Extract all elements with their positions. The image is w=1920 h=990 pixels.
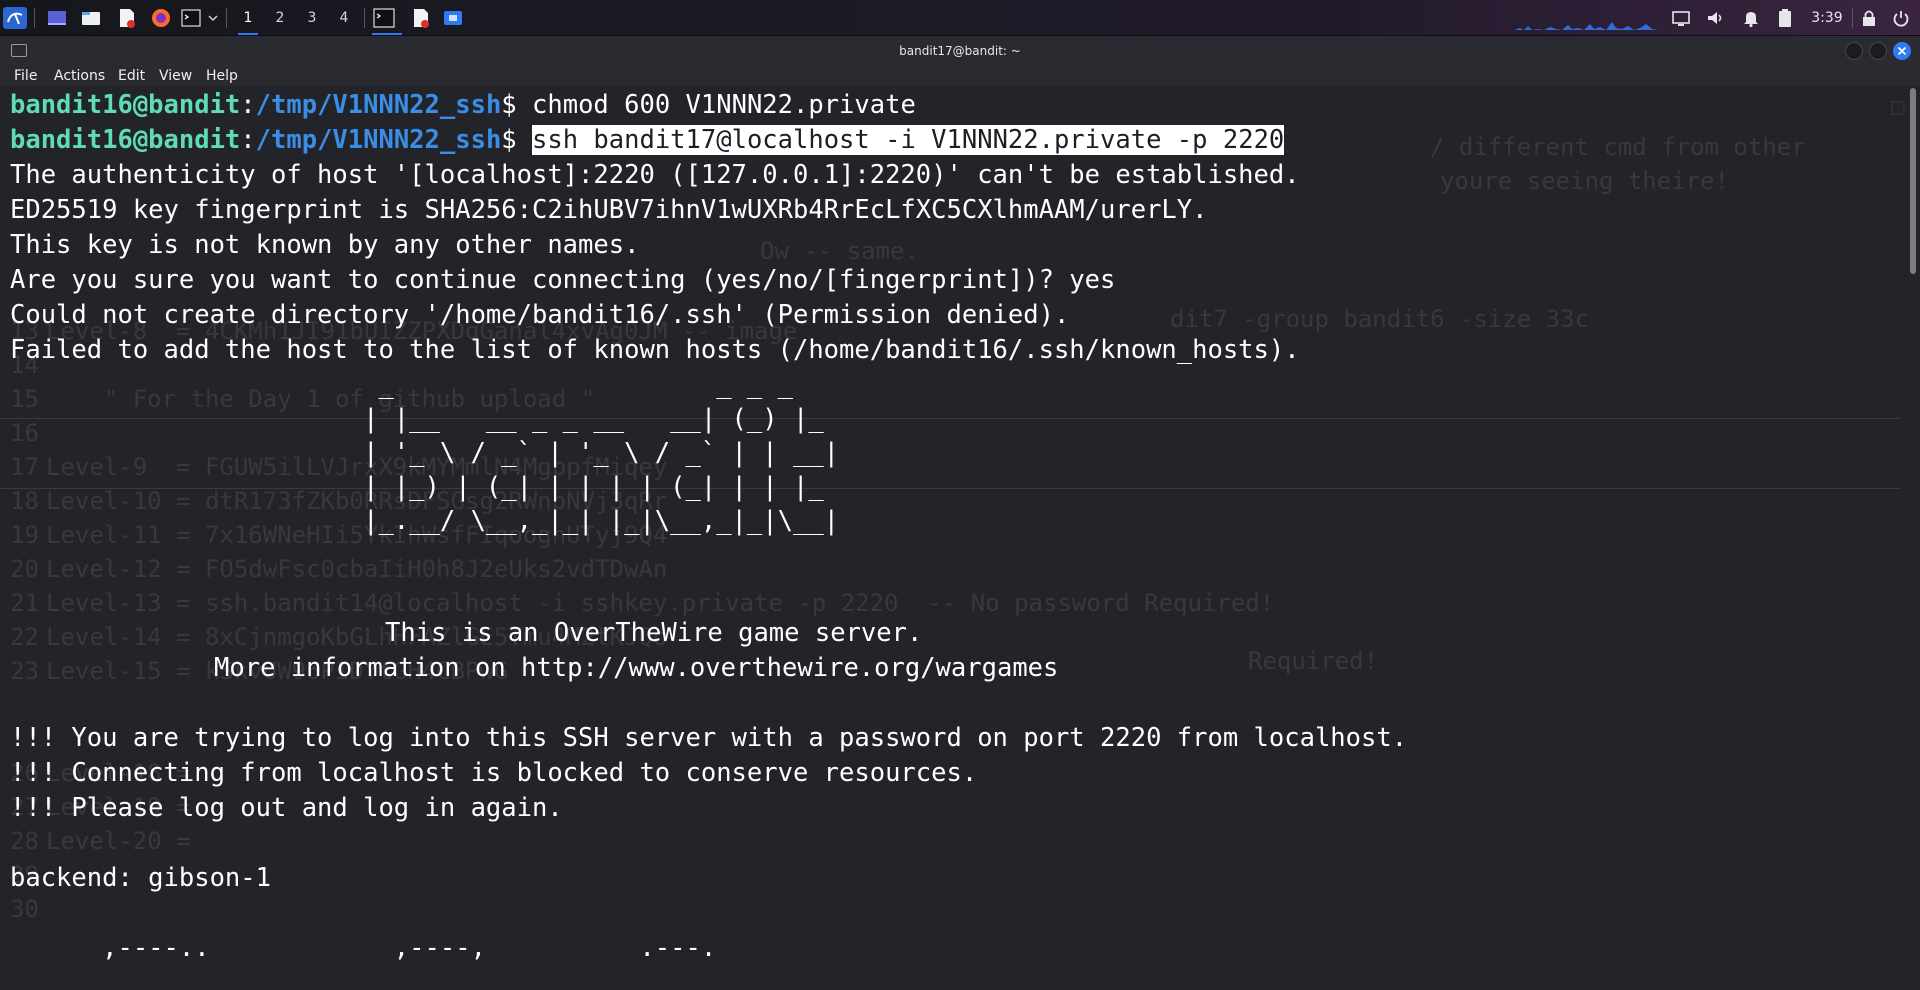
warning-line: !!! Please log out and log in again. (10, 793, 563, 823)
backend-line: backend: gibson-1 (10, 863, 271, 893)
clock[interactable]: 3:39 (1804, 6, 1850, 30)
notification-bell-icon[interactable] (1740, 6, 1762, 30)
window-title: bandit17@bandit: ~ (899, 44, 1021, 58)
prompt-sep: : (240, 90, 256, 120)
prompt-user: bandit16@bandit (10, 125, 241, 155)
prompt-user: bandit16@bandit (10, 90, 241, 120)
banner-ascii-line: _ _ _ _ (10, 370, 840, 400)
volume-icon[interactable] (1704, 6, 1726, 30)
bottom-ascii-line: ,----.. ,----, .---. (10, 933, 732, 963)
close-icon (1897, 46, 1907, 56)
prompt-dollar: $ (501, 125, 533, 155)
terminal-scrollbar[interactable] (1906, 86, 1920, 990)
server-message: This is an OverTheWire game server. (385, 618, 923, 648)
bg-line-number: 20 (10, 555, 39, 583)
bg-line-text: Level-12 = FO5dwFsc0cbaIiH0h8J2eUks2vdTD… (46, 555, 668, 583)
output-line: ED25519 key fingerprint is SHA256:C2ihUB… (10, 195, 1208, 225)
output-line: Are you sure you want to continue connec… (10, 265, 1116, 295)
file-manager-icon[interactable] (80, 6, 102, 30)
bg-fragment: Required! (1248, 647, 1379, 675)
chevron-down-icon[interactable] (206, 6, 220, 30)
banner-ascii-line: | |_) | (_| | | | | (_| | | |_ (10, 472, 840, 502)
prompt-path: /tmp/V1NNN22_ssh (255, 90, 502, 120)
server-info: More information on http://www.overthewi… (214, 653, 1059, 683)
menu-view[interactable]: View (159, 66, 192, 86)
bg-line-text: Level-20 = (46, 827, 191, 855)
menu-edit[interactable]: Edit (118, 66, 145, 86)
bg-line-text: Level-13 = ssh.bandit14@localhost -i ssh… (46, 589, 1275, 617)
workspace-3[interactable]: 3 (299, 6, 325, 30)
warning-line: !!! Connecting from localhost is blocked… (10, 758, 978, 788)
cpu-graph (1514, 22, 1662, 30)
screenshot-task-icon[interactable] (442, 6, 464, 30)
bg-line-number: 30 (10, 895, 39, 923)
menu-actions[interactable]: Actions (54, 66, 105, 86)
terminal-launcher-icon[interactable] (180, 6, 202, 30)
text-editor-icon[interactable] (116, 6, 138, 30)
minimize-button[interactable] (1845, 42, 1863, 60)
workspace-4[interactable]: 4 (331, 6, 357, 30)
power-icon[interactable] (1890, 6, 1912, 30)
terminal-line: bandit16@bandit:/tmp/V1NNN22_ssh$ chmod … (10, 88, 916, 123)
resize-corner-icon (1891, 101, 1905, 115)
workspace-1[interactable]: 1 (235, 6, 261, 35)
display-icon[interactable] (1670, 6, 1692, 30)
terminal-line: bandit16@bandit:/tmp/V1NNN22_ssh$ ssh ba… (10, 123, 1285, 158)
top-panel: 1 2 3 4 3:39 (0, 0, 1920, 36)
menubar: File Actions Edit View Help (0, 66, 1920, 86)
show-desktop-icon[interactable] (46, 6, 68, 30)
workspace-2[interactable]: 2 (267, 6, 293, 30)
menu-file[interactable]: File (14, 66, 37, 86)
bg-line-number: 22 (10, 623, 39, 651)
banner-ascii-line: | '_ \ / _` | '_ \ / _` | | __| (10, 438, 840, 468)
scrollbar-thumb[interactable] (1910, 88, 1916, 274)
output-line: This key is not known by any other names… (10, 230, 640, 260)
terminal-task-icon[interactable] (372, 6, 396, 30)
terminal-window-icon[interactable] (11, 44, 27, 57)
maximize-button[interactable] (1869, 42, 1887, 60)
selected-command-text[interactable]: ssh bandit17@localhost -i V1NNN22.privat… (532, 125, 1285, 155)
output-line: The authenticity of host '[localhost]:22… (10, 160, 1300, 190)
bg-line-number: 23 (10, 657, 39, 685)
output-line: Failed to add the host to the list of kn… (10, 335, 1300, 365)
bg-line-number: 28 (10, 827, 39, 855)
close-button[interactable] (1893, 42, 1911, 60)
prompt-path: /tmp/V1NNN22_ssh (255, 125, 502, 155)
output-line: Could not create directory '/home/bandit… (10, 300, 1070, 330)
bg-fragment: youre seeing theire! (1440, 167, 1729, 195)
editor-task-icon[interactable] (410, 6, 432, 30)
kali-menu-icon[interactable] (2, 6, 28, 30)
prompt-dollar: $ (501, 90, 533, 120)
prompt-sep: : (240, 125, 256, 155)
menu-help[interactable]: Help (206, 66, 238, 86)
window-titlebar[interactable]: bandit17@bandit: ~ (0, 36, 1920, 66)
warning-line: !!! You are trying to log into this SSH … (10, 723, 1408, 753)
battery-icon[interactable] (1774, 6, 1796, 30)
bg-fragment: / different cmd from other (1430, 133, 1806, 161)
terminal-view[interactable]: / different cmd from other youre seeing … (0, 86, 1906, 990)
lock-icon[interactable] (1858, 6, 1880, 30)
command-text: chmod 600 V1NNN22.private (532, 90, 916, 120)
firefox-icon[interactable] (150, 6, 172, 30)
banner-ascii-line: | |__ __ _ _ __ __| (_) |_ (10, 404, 840, 434)
bg-fragment: dit7 -group bandit6 -size 33c (1170, 305, 1590, 333)
banner-ascii-line: |_.__/ \__,_|_| |_|\__,_|_|\__| (10, 506, 840, 536)
bg-line-number: 21 (10, 589, 39, 617)
